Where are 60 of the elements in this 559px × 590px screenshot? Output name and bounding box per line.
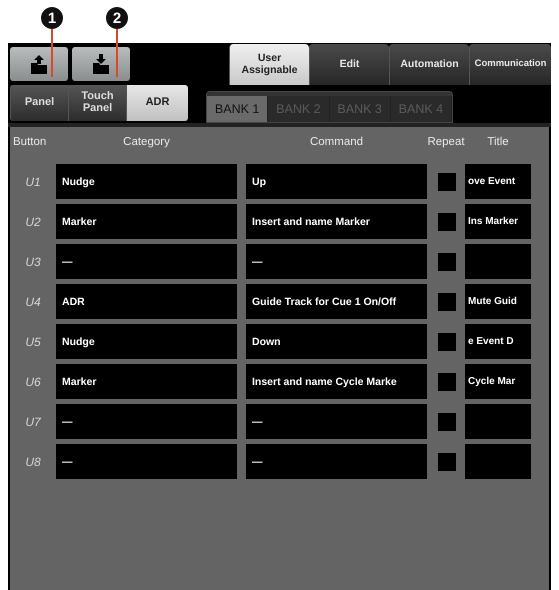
tab[interactable]: Panel bbox=[10, 85, 68, 121]
button-label: U5 bbox=[24, 334, 42, 348]
repeat-checkbox[interactable] bbox=[438, 292, 456, 310]
command-field[interactable]: Down bbox=[246, 324, 427, 359]
repeat-checkbox[interactable] bbox=[438, 372, 456, 390]
button-label: U3 bbox=[24, 254, 42, 268]
title-field[interactable]: Ins Marker bbox=[465, 204, 531, 239]
callout-number: 1 bbox=[41, 7, 63, 29]
tab[interactable]: Automation bbox=[389, 44, 469, 85]
repeat-checkbox[interactable] bbox=[438, 172, 456, 190]
column-header: Button bbox=[12, 135, 48, 150]
title-field[interactable]: Cycle Mar bbox=[465, 364, 531, 399]
tab[interactable]: Communication bbox=[469, 44, 551, 85]
category-field[interactable]: Marker bbox=[56, 204, 237, 239]
tab[interactable]: User Assignable bbox=[229, 44, 309, 85]
tab[interactable]: Edit bbox=[309, 44, 389, 85]
leader-line bbox=[116, 29, 118, 77]
column-header: Category bbox=[122, 135, 171, 150]
command-field[interactable]: Insert and name Cycle Marke bbox=[246, 364, 427, 399]
category-field[interactable]: — bbox=[56, 444, 237, 479]
title-field[interactable] bbox=[465, 244, 531, 279]
command-field[interactable]: Insert and name Marker bbox=[246, 204, 427, 239]
title-field[interactable]: ove Event bbox=[465, 164, 531, 199]
callout-number: 2 bbox=[106, 7, 128, 29]
tab[interactable]: ADR bbox=[126, 85, 188, 121]
command-field[interactable]: — bbox=[246, 404, 427, 439]
folder-up-icon bbox=[29, 54, 49, 74]
repeat-checkbox[interactable] bbox=[438, 332, 456, 350]
category-field[interactable]: Nudge bbox=[56, 164, 237, 199]
category-field[interactable]: Marker bbox=[56, 364, 237, 399]
column-header: Title bbox=[486, 135, 510, 150]
column-header: Command bbox=[308, 135, 364, 150]
repeat-checkbox[interactable] bbox=[438, 252, 456, 270]
button-label: U8 bbox=[24, 454, 42, 468]
title-field[interactable]: e Event D bbox=[465, 324, 531, 359]
category-field[interactable]: Nudge bbox=[56, 324, 237, 359]
button-label: U4 bbox=[24, 294, 42, 308]
repeat-checkbox[interactable] bbox=[438, 452, 456, 470]
command-field[interactable]: — bbox=[246, 244, 427, 279]
leader-line bbox=[51, 29, 53, 77]
category-field[interactable]: — bbox=[56, 404, 237, 439]
command-field[interactable]: Guide Track for Cue 1 On/Off bbox=[246, 284, 427, 319]
title-field[interactable] bbox=[465, 444, 531, 479]
category-field[interactable]: ADR bbox=[56, 284, 237, 319]
repeat-checkbox[interactable] bbox=[438, 412, 456, 430]
repeat-checkbox[interactable] bbox=[438, 212, 456, 230]
folder-down-icon bbox=[91, 54, 111, 74]
export-button[interactable] bbox=[10, 47, 68, 81]
button-label: U6 bbox=[24, 374, 42, 388]
button-label: U7 bbox=[24, 414, 42, 428]
tab[interactable]: Touch Panel bbox=[68, 85, 126, 121]
title-field[interactable]: Mute Guid bbox=[465, 284, 531, 319]
category-field[interactable]: — bbox=[56, 244, 237, 279]
button-label: U2 bbox=[24, 214, 42, 228]
import-button[interactable] bbox=[72, 47, 130, 81]
column-header: Repeat bbox=[427, 135, 465, 150]
command-field[interactable]: Up bbox=[246, 164, 427, 199]
command-field[interactable]: — bbox=[246, 444, 427, 479]
button-label: U1 bbox=[24, 174, 42, 188]
title-field[interactable] bbox=[465, 404, 531, 439]
